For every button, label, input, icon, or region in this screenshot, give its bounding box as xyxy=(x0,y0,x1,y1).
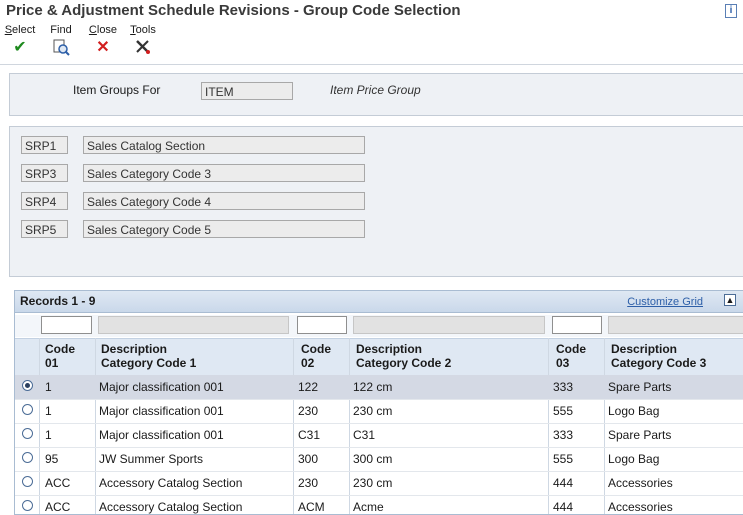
table-cell: 95 xyxy=(45,452,59,466)
item-groups-field: ITEM xyxy=(201,82,293,100)
column-header-desc2[interactable]: Description Category Code 2 xyxy=(356,342,451,370)
category-description-field: Sales Category Code 3 xyxy=(83,164,365,182)
table-cell: 1 xyxy=(45,428,52,442)
row-select-radio[interactable] xyxy=(22,380,33,391)
table-cell: Major classification 001 xyxy=(99,380,224,394)
table-cell: Spare Parts xyxy=(608,428,672,442)
table-row[interactable]: ACC Accessory Catalog Section 230 230 cm 444… xyxy=(15,471,743,496)
info-icon[interactable]: i xyxy=(725,4,737,18)
item-groups-label: Item Groups For xyxy=(73,83,161,97)
query-by-example-row xyxy=(15,315,743,337)
customize-grid-link[interactable]: Customize Grid xyxy=(627,296,703,308)
table-cell: ACC xyxy=(45,500,71,514)
table-cell: C31 xyxy=(298,428,321,442)
find-button[interactable]: Find xyxy=(48,24,74,58)
table-row[interactable]: 1 Major classification 001 122 122 cm 333 Spa… xyxy=(15,375,743,400)
table-cell: 230 cm xyxy=(353,404,393,418)
column-header-code03[interactable]: Code 03 xyxy=(556,342,586,370)
table-row[interactable]: 1 Major classification 001 C31 C31 333 Spare … xyxy=(15,423,743,448)
row-select-radio[interactable] xyxy=(22,452,33,463)
table-cell: Acme xyxy=(353,500,384,514)
filter-desc3-input xyxy=(608,316,743,334)
column-header-code01[interactable]: Code 01 xyxy=(45,342,75,370)
table-cell: 555 xyxy=(553,452,574,466)
category-description-field: Sales Catalog Section xyxy=(83,136,365,154)
category-description-field: Sales Category Code 5 xyxy=(83,220,365,238)
table-cell: C31 xyxy=(353,428,376,442)
category-panel: SRP1 Sales Catalog Section SRP3 Sales Ca… xyxy=(9,126,743,277)
records-count: Records 1 - 9 xyxy=(20,294,96,308)
table-cell: Spare Parts xyxy=(608,380,672,394)
category-code-field: SRP3 xyxy=(21,164,68,182)
row-select-radio[interactable] xyxy=(22,476,33,487)
table-cell: ACC xyxy=(45,476,71,490)
page-title: Price & Adjustment Schedule Revisions - … xyxy=(6,2,461,19)
table-cell: 230 xyxy=(298,404,319,418)
table-cell: Major classification 001 xyxy=(99,428,224,442)
table-row[interactable]: 1 Major classification 001 230 230 cm 555 Log… xyxy=(15,399,743,424)
column-header-desc1[interactable]: Description Category Code 1 xyxy=(101,342,196,370)
table-cell: 1 xyxy=(45,380,52,394)
category-code-field: SRP1 xyxy=(21,136,68,154)
row-select-radio[interactable] xyxy=(22,428,33,439)
table-cell: 300 cm xyxy=(353,452,393,466)
find-icon xyxy=(48,38,74,58)
table-cell: 555 xyxy=(553,404,574,418)
table-cell: ACM xyxy=(298,500,325,514)
filter-code03-input[interactable] xyxy=(552,316,602,334)
toolbar-divider xyxy=(0,64,743,65)
table-cell: 444 xyxy=(553,476,574,490)
filter-code01-input[interactable] xyxy=(41,316,92,334)
column-header-row: Code 01 Description Category Code 1 Code 02… xyxy=(15,338,743,376)
table-cell: Accessory Catalog Section xyxy=(99,500,243,514)
table-cell: 444 xyxy=(553,500,574,514)
grid-header-bar: Records 1 - 9 Customize Grid ▲ xyxy=(15,291,743,313)
filter-code02-input[interactable] xyxy=(297,316,347,334)
table-row[interactable]: ACC Accessory Catalog Section ACM Acme 444 Ac… xyxy=(15,495,743,514)
table-cell: 300 xyxy=(298,452,319,466)
category-code-field: SRP5 xyxy=(21,220,68,238)
column-header-code02[interactable]: Code 02 xyxy=(301,342,331,370)
close-button[interactable]: Close ✕ xyxy=(88,24,118,58)
table-cell: Accessories xyxy=(608,476,673,490)
column-header-desc3[interactable]: Description Category Code 3 xyxy=(611,342,706,370)
table-cell: Logo Bag xyxy=(608,404,660,418)
table-cell: 230 xyxy=(298,476,319,490)
filter-desc2-input xyxy=(353,316,545,334)
item-price-group-label: Item Price Group xyxy=(330,83,421,97)
table-cell: 230 cm xyxy=(353,476,393,490)
table-cell: 333 xyxy=(553,380,574,394)
table-cell: Accessory Catalog Section xyxy=(99,476,243,490)
category-code-field: SRP4 xyxy=(21,192,68,210)
tools-icon xyxy=(128,38,158,58)
expand-icon[interactable]: ▲ xyxy=(724,294,736,306)
table-cell: Logo Bag xyxy=(608,452,660,466)
table-cell: 122 xyxy=(298,380,319,394)
row-select-radio[interactable] xyxy=(22,500,33,511)
table-cell: 333 xyxy=(553,428,574,442)
toolbar: Select ✔ Find Close ✕ Tools xyxy=(0,24,743,64)
close-icon: ✕ xyxy=(96,39,110,56)
table-cell: JW Summer Sports xyxy=(99,452,204,466)
table-cell: Major classification 001 xyxy=(99,404,224,418)
row-select-radio[interactable] xyxy=(22,404,33,415)
tools-button[interactable]: Tools xyxy=(128,24,158,58)
checkmark-icon: ✔ xyxy=(13,39,27,56)
filter-desc1-input xyxy=(98,316,289,334)
table-row[interactable]: 95 JW Summer Sports 300 300 cm 555 Logo Bag xyxy=(15,447,743,472)
header-panel: Item Groups For ITEM Item Price Group xyxy=(9,73,743,116)
select-button[interactable]: Select ✔ xyxy=(4,24,36,58)
table-cell: Accessories xyxy=(608,500,673,514)
table-cell: 1 xyxy=(45,404,52,418)
category-description-field: Sales Category Code 4 xyxy=(83,192,365,210)
records-grid: Records 1 - 9 Customize Grid ▲ Code 01 De… xyxy=(14,290,743,515)
table-cell: 122 cm xyxy=(353,380,393,394)
